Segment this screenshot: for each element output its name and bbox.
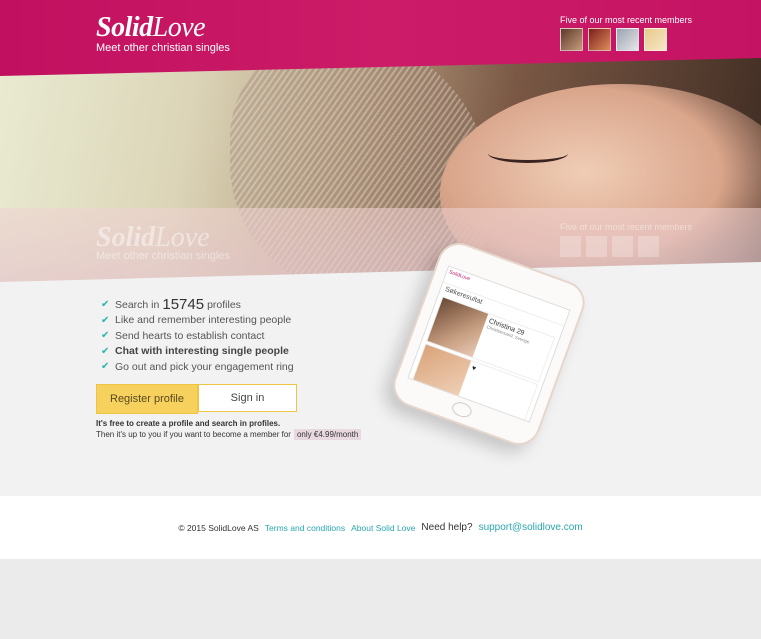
logo-solid: Solid	[96, 12, 153, 43]
checkmark-icon: ✔	[101, 361, 110, 373]
feature-item: ✔ Send hearts to establish contact	[101, 329, 265, 342]
copyright: © 2015 SolidLove AS	[178, 522, 259, 533]
heart-icon: ♥	[470, 364, 477, 373]
feature-item: ✔ Like and remember interesting people	[101, 314, 292, 327]
membership-note: Then it's up to you if you want to becom…	[96, 429, 362, 440]
checkmark-icon: ✔	[101, 314, 110, 326]
free-note: It's free to create a profile and search…	[96, 419, 281, 428]
logo-love: Love	[152, 12, 206, 43]
feature-item: ✔ Search in 15745 profiles	[101, 296, 241, 314]
about-link[interactable]: About Solid Love	[351, 523, 415, 533]
member-avatar[interactable]	[616, 28, 639, 51]
feature-item: ✔ Chat with interesting single people	[101, 345, 289, 358]
sign-in-button[interactable]: Sign in	[198, 384, 297, 412]
phone-screen: SolidLove Søkeresultat Christina 29 Chri…	[407, 265, 571, 423]
hero-image: SolidLove Meet other christian singles F…	[0, 44, 761, 284]
hero-recent-title-reflection: Five of our most recent members	[560, 222, 693, 232]
support-email-link[interactable]: support@solidlove.com	[479, 522, 583, 533]
feature-item: ✔ Go out and pick your engagement ring	[101, 360, 294, 373]
checkmark-icon: ✔	[101, 345, 110, 357]
hero-avatars-reflection	[560, 236, 659, 257]
price-badge: only €4.99/month	[293, 429, 362, 440]
member-avatar[interactable]	[588, 28, 611, 51]
profile-count: 15745	[162, 296, 205, 314]
site-logo[interactable]: SolidLove	[96, 12, 206, 44]
feature-list: ✔ Search in 15745 profiles ✔ Like and re…	[101, 296, 294, 375]
recent-members-title: Five of our most recent members	[560, 15, 693, 25]
page-bottom	[0, 559, 761, 639]
site-footer: © 2015 SolidLove AS Terms and conditions…	[0, 496, 761, 559]
hero-eye	[488, 144, 568, 163]
member-avatar[interactable]	[560, 28, 583, 51]
checkmark-icon: ✔	[101, 299, 110, 311]
checkmark-icon: ✔	[101, 330, 110, 342]
help-label: Need help?	[421, 522, 473, 533]
member-avatar[interactable]	[644, 28, 667, 51]
hero-tagline-reflection: Meet other christian singles	[96, 250, 230, 262]
recent-members	[560, 28, 667, 51]
register-profile-button[interactable]: Register profile	[96, 384, 198, 414]
site-tagline: Meet other christian singles	[96, 42, 230, 54]
terms-link[interactable]: Terms and conditions	[265, 523, 345, 533]
phone-home-button	[450, 399, 474, 420]
